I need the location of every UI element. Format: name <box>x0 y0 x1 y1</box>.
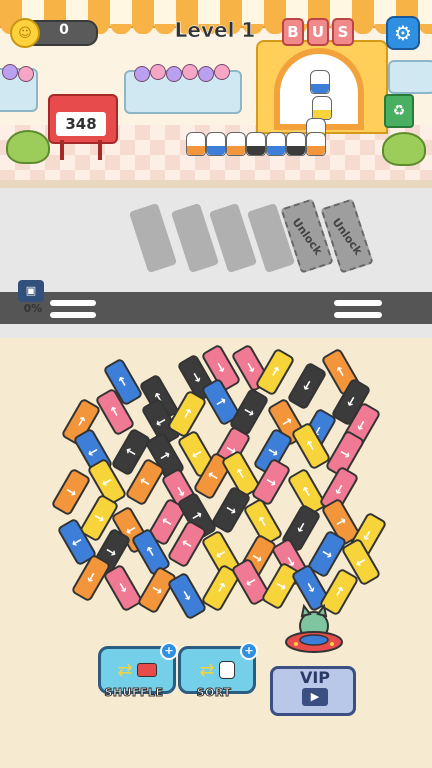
shuffle-label: SHUFFLE <box>104 686 164 700</box>
road-lane <box>0 292 432 324</box>
recycle-icon: ♻ <box>384 94 414 128</box>
road-marking <box>334 300 382 306</box>
cat-icon <box>218 661 235 679</box>
cat-passenger <box>246 132 266 156</box>
unlock-label: Unlock <box>329 215 365 257</box>
counter-sign-pole <box>60 140 64 160</box>
ufo-mascot-icon <box>285 604 343 653</box>
flower-planter <box>0 64 38 112</box>
bus-progress-icon: ▣ <box>18 280 44 302</box>
bus-sign-letter: S <box>332 18 354 46</box>
gear-icon: ⚙ <box>394 21 412 45</box>
video-ad-icon: ▶ <box>302 688 328 706</box>
bus-sign: B U S <box>282 18 354 46</box>
progress-percent: 0% <box>23 302 43 315</box>
flower-planter <box>388 60 432 94</box>
road-marking <box>50 312 96 318</box>
counter-sign-pole <box>98 140 102 160</box>
cat-passenger <box>306 132 326 156</box>
add-sort-icon[interactable]: + <box>240 642 258 660</box>
cat-passenger <box>312 96 332 120</box>
cat-passenger <box>310 70 330 94</box>
flower-planter <box>124 64 242 114</box>
road-marking <box>50 300 96 306</box>
cat-passenger <box>226 132 246 156</box>
bus-sign-letter: U <box>307 18 329 46</box>
passenger-counter: 348 <box>56 112 106 136</box>
settings-button[interactable]: ⚙ <box>386 16 420 50</box>
unlock-label: Unlock <box>289 215 325 257</box>
coin-value: 0 <box>59 22 69 38</box>
vip-label: VIP <box>299 668 331 687</box>
bush <box>6 130 50 164</box>
bush <box>382 132 426 166</box>
shuffle-arrows-icon: ⇄ <box>117 659 133 681</box>
shop-wall-edge <box>0 180 432 188</box>
cat-passenger <box>186 132 206 156</box>
sort-label: SORT <box>196 686 232 700</box>
road-marking <box>334 312 382 318</box>
add-shuffle-icon[interactable]: + <box>160 642 178 660</box>
car-icon <box>136 663 157 677</box>
level-label: Level 1 <box>174 18 256 43</box>
cat-passenger <box>206 132 226 156</box>
cat-passenger <box>286 132 306 156</box>
sort-arrows-icon: ⇄ <box>199 659 215 681</box>
coin-icon: ☺ <box>10 18 40 48</box>
cat-passenger <box>266 132 286 156</box>
bus-sign-letter: B <box>282 18 304 46</box>
